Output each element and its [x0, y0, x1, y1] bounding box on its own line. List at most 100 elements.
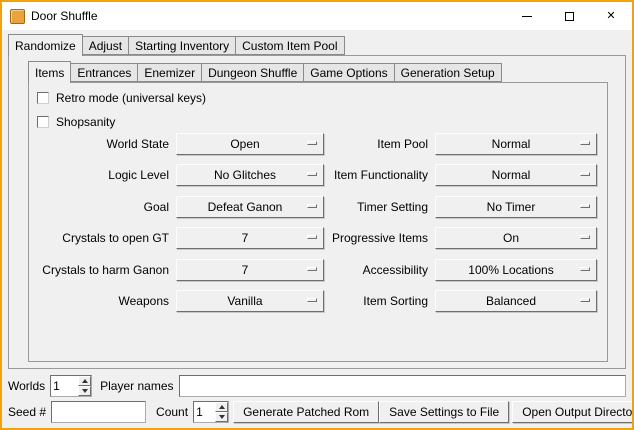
dropdown-indicator-icon: [307, 141, 317, 145]
tab-label: Items: [35, 66, 64, 80]
tab-starting-inventory[interactable]: Starting Inventory: [128, 36, 236, 55]
dropdown-value: Vanilla: [227, 294, 272, 308]
tab-generation-setup[interactable]: Generation Setup: [394, 63, 502, 82]
tab-label: Generation Setup: [401, 66, 495, 80]
field-row: Logic Level No Glitches Item Functionali…: [29, 164, 607, 186]
tab-custom-item-pool[interactable]: Custom Item Pool: [235, 36, 344, 55]
tab-randomize[interactable]: Randomize: [8, 34, 83, 56]
dropdown-indicator-icon: [307, 298, 317, 302]
field-row: Weapons Vanilla Item Sorting Balanced: [29, 290, 607, 312]
shopsanity-checkbox[interactable]: Shopsanity: [37, 113, 115, 131]
generate-patched-rom-button[interactable]: Generate Patched Rom: [233, 401, 379, 423]
dropdown-value: 100% Locations: [468, 263, 563, 277]
count-input[interactable]: [194, 402, 215, 422]
player-names-input[interactable]: [179, 375, 627, 397]
count-spinner: [193, 401, 229, 423]
world-state-label: World State: [29, 137, 169, 151]
crystals-open-gt-label: Crystals to open GT: [29, 231, 169, 245]
field-row: World State Open Item Pool Normal: [29, 133, 607, 155]
retro-mode-checkbox[interactable]: Retro mode (universal keys): [37, 89, 206, 107]
world-state-dropdown[interactable]: Open: [176, 133, 324, 155]
tab-items[interactable]: Items: [28, 61, 71, 83]
dropdown-indicator-icon: [580, 267, 590, 271]
item-pool-dropdown[interactable]: Normal: [435, 133, 597, 155]
minimize-button[interactable]: [506, 2, 548, 30]
tab-label: Enemizer: [144, 66, 195, 80]
titlebar[interactable]: Door Shuffle ✕: [2, 2, 632, 30]
maximize-button[interactable]: [548, 2, 590, 30]
progressive-items-dropdown[interactable]: On: [435, 227, 597, 249]
dropdown-indicator-icon: [307, 172, 317, 176]
worlds-spin-down-button[interactable]: [78, 386, 91, 396]
tab-label: Adjust: [89, 39, 122, 53]
crystals-harm-ganon-label: Crystals to harm Ganon: [29, 263, 169, 277]
timer-setting-dropdown[interactable]: No Timer: [435, 196, 597, 218]
tab-game-options[interactable]: Game Options: [303, 63, 394, 82]
item-pool-label: Item Pool: [324, 137, 428, 151]
retro-mode-label: Retro mode (universal keys): [56, 91, 206, 105]
tab-enemizer[interactable]: Enemizer: [137, 63, 202, 82]
dropdown-value: Balanced: [486, 294, 546, 308]
worlds-spin-up-button[interactable]: [78, 376, 91, 386]
close-button[interactable]: ✕: [590, 2, 632, 30]
tab-dungeon-shuffle[interactable]: Dungeon Shuffle: [201, 63, 304, 82]
dropdown-value: 7: [242, 231, 259, 245]
timer-setting-label: Timer Setting: [324, 200, 428, 214]
worlds-input[interactable]: [51, 376, 78, 396]
item-sorting-dropdown[interactable]: Balanced: [435, 290, 597, 312]
tab-label: Randomize: [15, 39, 76, 53]
weapons-dropdown[interactable]: Vanilla: [176, 290, 324, 312]
field-row: Crystals to open GT 7 Progressive Items …: [29, 227, 607, 249]
spinner-arrows: [78, 376, 91, 396]
item-sorting-label: Item Sorting: [324, 294, 428, 308]
spinner-arrows: [215, 402, 228, 422]
seed-input[interactable]: [51, 401, 146, 423]
worlds-row: Worlds Player names: [8, 375, 626, 397]
open-output-directory-button[interactable]: Open Output Directory: [512, 401, 634, 423]
count-label: Count: [156, 405, 188, 419]
dropdown-indicator-icon: [307, 235, 317, 239]
tab-label: Game Options: [310, 66, 387, 80]
item-functionality-label: Item Functionality: [324, 168, 428, 182]
checkbox-icon: [37, 92, 49, 104]
dropdown-value: Defeat Ganon: [208, 200, 293, 214]
dropdown-value: Normal: [492, 168, 541, 182]
up-arrow-icon: [219, 405, 225, 409]
item-functionality-dropdown[interactable]: Normal: [435, 164, 597, 186]
app-icon: [10, 9, 25, 24]
maximize-icon: [565, 12, 574, 21]
player-names-label: Player names: [100, 379, 173, 393]
count-spin-up-button[interactable]: [215, 402, 228, 412]
count-spin-down-button[interactable]: [215, 412, 228, 422]
down-arrow-icon: [82, 389, 88, 393]
minimize-icon: [522, 16, 532, 17]
app-window: Door Shuffle ✕ Randomize Adjust Starting…: [0, 0, 634, 430]
tab-label: Starting Inventory: [135, 39, 229, 53]
dropdown-indicator-icon: [580, 298, 590, 302]
outer-tab-bar: Randomize Adjust Starting Inventory Cust…: [8, 34, 345, 56]
crystals-open-gt-dropdown[interactable]: 7: [176, 227, 324, 249]
logic-level-dropdown[interactable]: No Glitches: [176, 164, 324, 186]
crystals-harm-ganon-dropdown[interactable]: 7: [176, 259, 324, 281]
dropdown-indicator-icon: [580, 204, 590, 208]
field-row: Goal Defeat Ganon Timer Setting No Timer: [29, 196, 607, 218]
dropdown-value: On: [503, 231, 529, 245]
dropdown-indicator-icon: [580, 235, 590, 239]
dropdown-value: No Timer: [487, 200, 546, 214]
tab-entrances[interactable]: Entrances: [70, 63, 138, 82]
accessibility-dropdown[interactable]: 100% Locations: [435, 259, 597, 281]
tab-label: Dungeon Shuffle: [208, 66, 297, 80]
items-tab-pane: Retro mode (universal keys) Shopsanity W…: [28, 82, 608, 362]
accessibility-label: Accessibility: [324, 263, 428, 277]
dropdown-indicator-icon: [307, 204, 317, 208]
dropdown-indicator-icon: [580, 141, 590, 145]
tab-adjust[interactable]: Adjust: [82, 36, 129, 55]
worlds-spinner: [50, 375, 92, 397]
seed-row: Seed # Count Generate Patched Rom Save S…: [8, 401, 626, 423]
worlds-label: Worlds: [8, 379, 45, 393]
save-settings-button[interactable]: Save Settings to File: [379, 401, 509, 423]
goal-label: Goal: [29, 200, 169, 214]
window-title: Door Shuffle: [31, 9, 98, 23]
goal-dropdown[interactable]: Defeat Ganon: [176, 196, 324, 218]
dropdown-value: 7: [242, 263, 259, 277]
